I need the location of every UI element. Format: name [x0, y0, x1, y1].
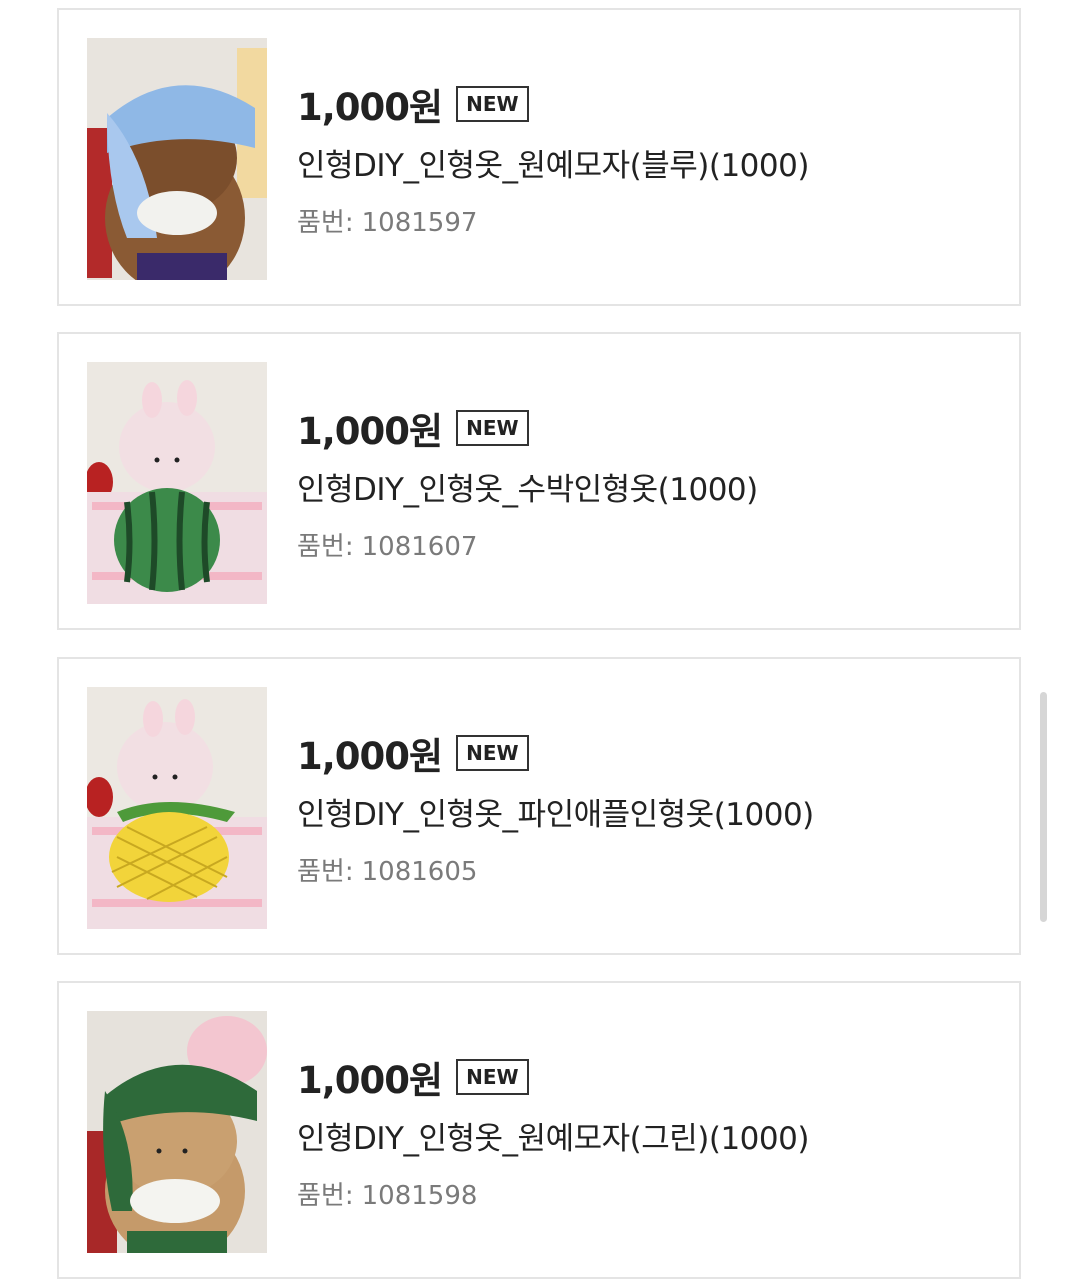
- product-code: 품번: 1081607: [297, 526, 477, 563]
- product-image-blue-gardening-hat[interactable]: [87, 38, 267, 280]
- product-name[interactable]: 인형DIY_인형옷_원예모자(블루)(1000): [297, 140, 809, 185]
- product-price: 1,000원: [297, 735, 443, 778]
- product-code-label: 품번:: [297, 208, 354, 238]
- product-code-value: 1081597: [361, 208, 478, 238]
- product-code-value: 1081605: [361, 857, 478, 887]
- product-card[interactable]: 1,000원 NEW 인형DIY_인형옷_파인애플인형옷(1000) 품번: 10…: [57, 657, 1021, 955]
- product-price: 1,000원: [297, 410, 443, 453]
- product-name[interactable]: 인형DIY_인형옷_원예모자(그린)(1000): [297, 1113, 809, 1158]
- product-code-label: 품번:: [297, 1181, 354, 1211]
- product-image-watermelon-outfit[interactable]: [87, 362, 267, 604]
- product-card[interactable]: 1,000원 NEW 인형DIY_인형옷_수박인형옷(1000) 품번: 1081…: [57, 332, 1021, 630]
- product-code-label: 품번:: [297, 532, 354, 562]
- product-card[interactable]: 1,000원 NEW 인형DIY_인형옷_원예모자(그린)(1000) 품번: 1…: [57, 981, 1021, 1279]
- product-image-pineapple-outfit[interactable]: [87, 687, 267, 929]
- product-image-green-gardening-hat[interactable]: [87, 1011, 267, 1253]
- product-code: 품번: 1081605: [297, 851, 477, 888]
- product-code-value: 1081598: [361, 1181, 478, 1211]
- product-code-value: 1081607: [361, 532, 478, 562]
- product-code: 품번: 1081598: [297, 1175, 477, 1212]
- product-price: 1,000원: [297, 86, 443, 129]
- scrollbar-thumb[interactable]: [1040, 692, 1047, 922]
- product-name[interactable]: 인형DIY_인형옷_수박인형옷(1000): [297, 464, 758, 509]
- product-price: 1,000원: [297, 1059, 443, 1102]
- product-name[interactable]: 인형DIY_인형옷_파인애플인형옷(1000): [297, 789, 814, 834]
- product-code-label: 품번:: [297, 857, 354, 887]
- product-card[interactable]: 1,000원 NEW 인형DIY_인형옷_원예모자(블루)(1000) 품번: 1…: [57, 8, 1021, 306]
- new-badge: NEW: [456, 735, 529, 771]
- new-badge: NEW: [456, 86, 529, 122]
- new-badge: NEW: [456, 1059, 529, 1095]
- new-badge: NEW: [456, 410, 529, 446]
- product-code: 품번: 1081597: [297, 202, 477, 239]
